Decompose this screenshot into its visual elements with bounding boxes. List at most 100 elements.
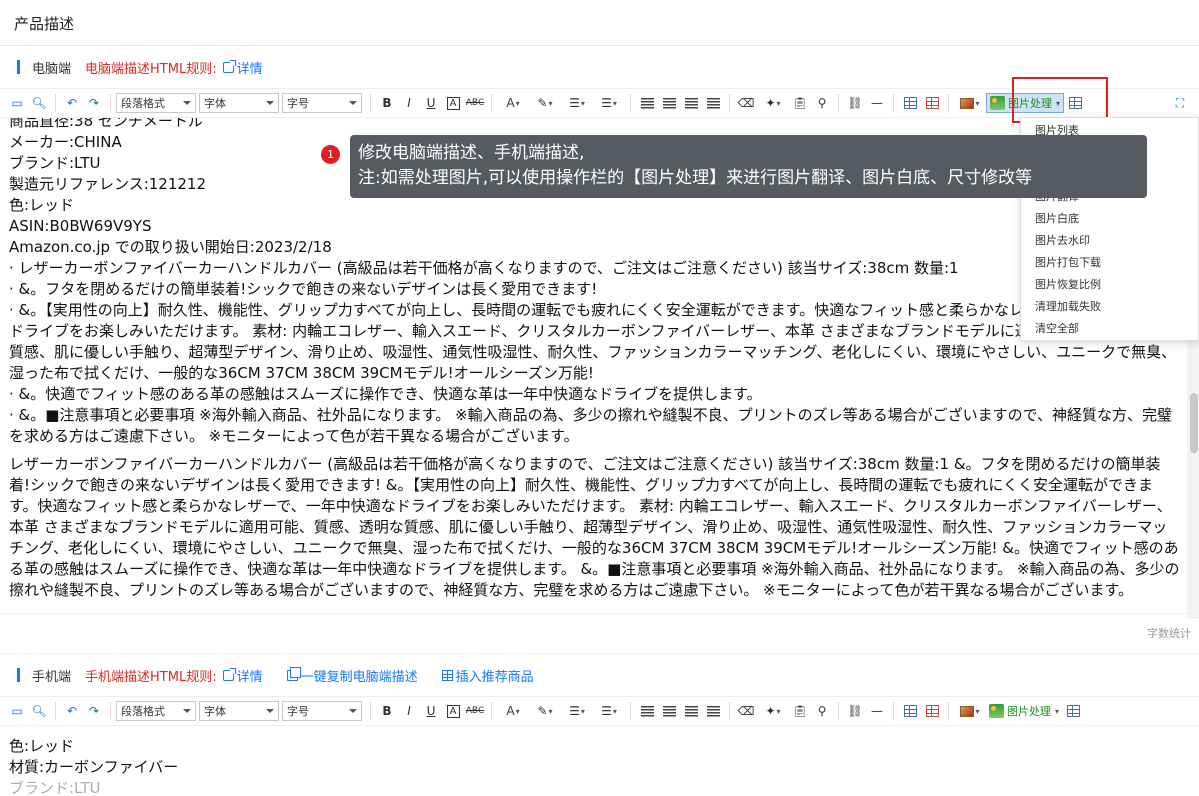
align-right-icon[interactable] xyxy=(681,93,701,113)
undo-icon[interactable]: ↶ xyxy=(62,93,82,113)
paragraph-format-select[interactable]: 段落格式 xyxy=(116,701,196,721)
scrollbar-thumb[interactable] xyxy=(1190,393,1198,453)
justify-icon[interactable] xyxy=(703,93,723,113)
find-replace-icon[interactable]: ⚲ xyxy=(812,701,832,721)
paragraph-format-select[interactable]: 段落格式 xyxy=(116,93,196,113)
section-marker xyxy=(17,668,20,682)
horizontal-rule-icon[interactable]: — xyxy=(867,93,887,113)
strikethrough-icon[interactable]: ABC xyxy=(465,701,485,721)
menu-item-clear-all[interactable]: 清空全部 xyxy=(1021,318,1198,340)
strikethrough-icon[interactable]: ABC xyxy=(465,93,485,113)
align-left-icon[interactable] xyxy=(637,701,657,721)
eraser-icon[interactable]: ⌫ xyxy=(736,701,756,721)
content-line: ブランド:LTU xyxy=(9,779,101,796)
ordered-list-icon[interactable]: ☰ ▾ xyxy=(562,93,592,113)
external-link-icon xyxy=(222,667,236,681)
font-color-button[interactable]: A ▾ xyxy=(498,701,528,721)
text-border-icon[interactable]: A xyxy=(443,93,463,113)
image-insert-icon[interactable]: ▾ xyxy=(955,93,985,113)
toolbar-divider xyxy=(729,94,730,112)
page-title: 产品描述 xyxy=(0,0,1199,46)
mobile-editor-toolbar: ▭ 🔍︎ ↶ ↷ 段落格式 字体 字号 B I U A ABC A ▾ ✎ ▾ ☰ ▾… xyxy=(0,696,1199,726)
underline-button[interactable]: U xyxy=(421,701,441,721)
mobile-details-link[interactable]: 详情 xyxy=(222,666,263,685)
source-code-icon[interactable]: ▭ xyxy=(7,701,27,721)
picture-processing-button[interactable]: 图片处理 ▾ xyxy=(986,701,1062,721)
section-marker xyxy=(17,60,20,74)
align-center-icon[interactable] xyxy=(659,93,679,113)
italic-button[interactable]: I xyxy=(399,93,419,113)
align-center-icon[interactable] xyxy=(659,701,679,721)
paste-icon[interactable]: 📋︎ xyxy=(790,701,810,721)
align-right-icon[interactable] xyxy=(681,701,701,721)
bold-button[interactable]: B xyxy=(377,93,397,113)
mobile-details-label: 详情 xyxy=(236,669,263,685)
highlight-color-icon[interactable]: ✎ ▾ xyxy=(530,93,560,113)
italic-button[interactable]: I xyxy=(399,701,419,721)
table-icon[interactable] xyxy=(900,93,920,113)
justify-icon[interactable] xyxy=(703,701,723,721)
underline-button[interactable]: U xyxy=(421,93,441,113)
table-icon[interactable] xyxy=(900,701,920,721)
find-replace-icon[interactable]: ⚲ xyxy=(812,93,832,113)
toolbar-divider xyxy=(370,94,371,112)
font-select[interactable]: 字体 xyxy=(199,93,279,113)
zoom-icon[interactable]: 🔍︎ xyxy=(29,93,49,113)
toolbar-divider xyxy=(55,94,56,112)
horizontal-rule-icon[interactable]: — xyxy=(867,701,887,721)
highlight-color-icon[interactable]: ✎ ▾ xyxy=(530,701,560,721)
menu-item-restore-ratio[interactable]: 图片恢复比例 xyxy=(1021,274,1198,296)
step-badge: 1 xyxy=(321,145,340,164)
content-paragraph: レザーカーボンファイバーカーハンドルカバー (高級品は若干価格が高くなりますので… xyxy=(9,455,1180,599)
pc-section-title: 电脑端 xyxy=(32,61,72,77)
bold-button[interactable]: B xyxy=(377,701,397,721)
toolbar-divider xyxy=(893,94,894,112)
content-line: ASIN:B0BW69V9YS xyxy=(9,217,152,235)
table-delete-icon[interactable] xyxy=(922,701,942,721)
insert-recommended-link[interactable]: 插入推荐商品 xyxy=(441,666,534,685)
magic-format-icon[interactable]: ✦ ▾ xyxy=(758,93,788,113)
menu-item-clear-failed[interactable]: 清理加载失败 xyxy=(1021,296,1198,318)
fullscreen-icon[interactable]: ⛶ xyxy=(1170,93,1190,113)
menu-item-package-download[interactable]: 图片打包下载 xyxy=(1021,252,1198,274)
text-border-icon[interactable]: A xyxy=(443,701,463,721)
menu-item-white-background[interactable]: 图片白底 xyxy=(1021,208,1198,230)
paste-icon[interactable]: 📋︎ xyxy=(790,93,810,113)
table-delete-icon[interactable] xyxy=(922,93,942,113)
font-color-button[interactable]: A ▾ xyxy=(498,93,528,113)
link-icon[interactable]: ⛓ xyxy=(845,701,865,721)
insert-recommended-label: 插入推荐商品 xyxy=(455,669,534,685)
image-insert-icon[interactable]: ▾ xyxy=(955,701,985,721)
chevron-down-icon: ▾ xyxy=(1055,706,1060,716)
tooltip-line-1: 修改电脑端描述、手机端描述, xyxy=(358,143,585,163)
eraser-icon[interactable]: ⌫ xyxy=(736,93,756,113)
link-icon[interactable]: ⛓ xyxy=(845,93,865,113)
ordered-list-icon[interactable]: ☰ ▾ xyxy=(562,701,592,721)
content-line: 材質:カーボンファイバー xyxy=(9,758,179,776)
word-count-button[interactable]: 字数统计 xyxy=(0,614,1199,654)
align-left-icon[interactable] xyxy=(637,93,657,113)
toolbar-divider xyxy=(893,702,894,720)
font-select[interactable]: 字体 xyxy=(199,701,279,721)
redo-icon[interactable]: ↷ xyxy=(84,93,104,113)
unordered-list-icon[interactable]: ☰ ▾ xyxy=(594,701,624,721)
preview-icon[interactable] xyxy=(1063,701,1083,721)
undo-icon[interactable]: ↶ xyxy=(62,701,82,721)
toolbar-divider xyxy=(948,702,949,720)
font-size-select[interactable]: 字号 xyxy=(282,701,362,721)
magic-format-icon[interactable]: ✦ ▾ xyxy=(758,701,788,721)
copy-icon xyxy=(286,666,301,681)
pc-details-link[interactable]: 详情 xyxy=(222,58,263,77)
zoom-icon[interactable]: 🔍︎ xyxy=(29,701,49,721)
external-link-icon xyxy=(222,59,236,73)
redo-icon[interactable]: ↷ xyxy=(84,701,104,721)
font-size-select[interactable]: 字号 xyxy=(282,93,362,113)
menu-item-remove-watermark[interactable]: 图片去水印 xyxy=(1021,230,1198,252)
copy-pc-description-link[interactable]: 一键复制电脑端描述 xyxy=(286,666,418,685)
pc-details-label: 详情 xyxy=(236,61,263,77)
unordered-list-icon[interactable]: ☰ ▾ xyxy=(594,93,624,113)
toolbar-divider xyxy=(729,702,730,720)
content-line: · レザーカーボンファイバーカーハンドルカバー (高級品は若干価格が高くなります… xyxy=(9,259,959,277)
mobile-description-editor[interactable]: 色:レッド 材質:カーボンファイバー ブランド:LTU xyxy=(0,726,1199,796)
source-code-icon[interactable]: ▭ xyxy=(7,93,27,113)
